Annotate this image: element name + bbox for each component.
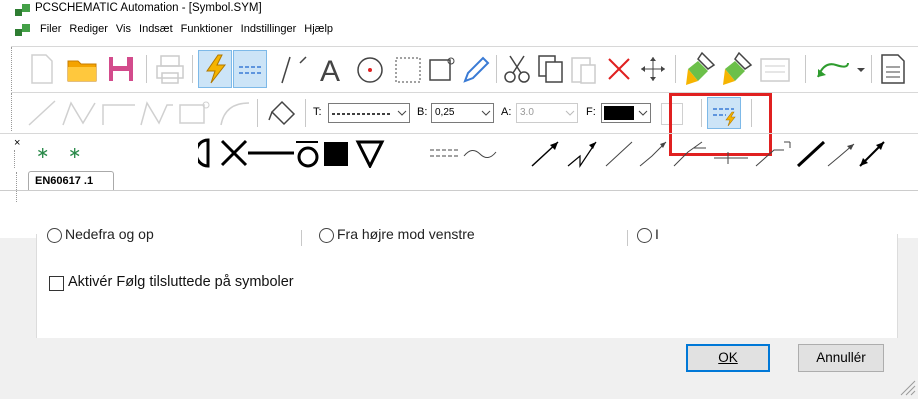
brush-icon-2[interactable] [719, 51, 753, 87]
save-icon[interactable] [107, 55, 135, 83]
circle-tool-icon[interactable] [355, 55, 385, 85]
dialog-body: Nedefra og op Fra højre mod venstre I Ak… [0, 226, 918, 399]
menu-hjaelp[interactable]: Hjælp [304, 23, 333, 35]
menu-filer[interactable]: Filer [40, 23, 61, 35]
zigzag-line-icon [140, 101, 173, 126]
line-tool-icon[interactable] [276, 53, 310, 85]
fill-color-select[interactable] [601, 103, 651, 123]
menu-indsaet[interactable]: Indsæt [139, 23, 173, 35]
angle-select: 3.0 [516, 103, 578, 123]
line-width-value: 0,25 [435, 107, 455, 118]
radio-third-label: I [655, 226, 659, 242]
chevron-down-icon [397, 110, 407, 116]
line-style-button[interactable] [233, 50, 267, 88]
cancel-button-label: Annullér [816, 350, 866, 365]
close-icon[interactable]: × [14, 137, 20, 149]
polyline-icon [62, 101, 96, 126]
delete-icon[interactable] [605, 55, 633, 83]
cut-icon[interactable] [502, 53, 532, 85]
title-bar: PCSCHEMATIC Automation - [Symbol.SYM] [0, 0, 918, 18]
svg-text:A: A [320, 55, 340, 85]
symbol-tab-label: EN60617 .1 [35, 175, 94, 187]
radio-nedefra[interactable] [47, 228, 62, 243]
asterisk-icon-2[interactable]: ∗ [68, 143, 81, 163]
undo-dropdown-icon[interactable] [856, 65, 866, 75]
cancel-button[interactable]: Annullér [798, 344, 884, 372]
fill-bucket-icon[interactable] [266, 98, 298, 128]
polygon-tool-icon[interactable] [427, 55, 457, 85]
chevron-down-icon [481, 110, 491, 116]
print-icon[interactable] [155, 53, 185, 85]
arc-icon [220, 102, 250, 126]
symbol-tab[interactable]: EN60617 .1 [28, 171, 114, 191]
paste-icon[interactable] [569, 53, 599, 85]
report-icon[interactable] [879, 53, 907, 85]
symbol-strip-2[interactable] [428, 144, 498, 164]
radio-third[interactable] [637, 228, 652, 243]
step-line-icon [102, 104, 135, 125]
line-width-select[interactable]: 0,25 [431, 103, 494, 123]
b-label: B: [417, 106, 428, 118]
copy-icon[interactable] [536, 53, 566, 85]
pencil-icon[interactable] [461, 53, 491, 85]
a-label: A: [501, 106, 512, 118]
drawing-toolbar: T: B: 0,25 A: 3.0 F: [11, 92, 918, 133]
resize-grip-icon[interactable] [898, 378, 916, 396]
chevron-down-icon [565, 110, 575, 116]
angle-value: 3.0 [520, 107, 534, 118]
document-icon [15, 24, 30, 36]
open-folder-icon[interactable] [66, 55, 98, 83]
app-logo-icon [15, 4, 30, 16]
menu-funktioner[interactable]: Funktioner [181, 23, 233, 35]
main-toolbar: A [11, 46, 918, 93]
radio-nedefra-label: Nedefra og op [65, 226, 154, 242]
menu-indstillinger[interactable]: Indstillinger [241, 23, 297, 35]
symbol-strip-3[interactable] [528, 138, 888, 168]
new-file-icon[interactable] [29, 53, 55, 85]
symbol-palette: × ∗ ∗ [0, 133, 918, 170]
lightning-icon [206, 54, 227, 84]
move-icon[interactable] [639, 55, 667, 83]
chevron-down-icon [638, 110, 648, 116]
brush-icon-1[interactable] [682, 51, 716, 87]
symbol-strip-1[interactable] [198, 138, 394, 168]
radio-fra-hoejre[interactable] [319, 228, 334, 243]
properties-icon[interactable] [759, 57, 791, 83]
line-type-select[interactable] [328, 103, 410, 123]
ok-button-label: OK [718, 350, 738, 365]
asterisk-icon-1[interactable]: ∗ [36, 143, 49, 163]
automation-button[interactable] [198, 50, 232, 88]
menu-vis[interactable]: Vis [116, 23, 131, 35]
menu-bar: Filer Rediger Vis Indsæt Funktioner Indstilli… [0, 18, 918, 40]
undo-icon[interactable] [814, 55, 852, 83]
rectangle-shape-icon [179, 101, 210, 124]
rectangle-select-icon[interactable] [393, 55, 423, 85]
text-tool-icon[interactable]: A [316, 53, 346, 85]
follow-connected-checkbox[interactable] [49, 276, 64, 291]
fill-color-swatch [604, 106, 634, 120]
f-label: F: [586, 106, 596, 118]
t-label: T: [313, 106, 322, 118]
window-title: PCSCHEMATIC Automation - [Symbol.SYM] [35, 2, 262, 14]
dashed-lines-icon [239, 66, 263, 74]
dotted-line-sample-icon [332, 113, 392, 115]
diagonal-line-icon [28, 100, 56, 126]
ok-button[interactable]: OK [686, 344, 770, 372]
menu-rediger[interactable]: Rediger [69, 23, 108, 35]
radio-fra-hoejre-label: Fra højre mod venstre [337, 226, 475, 242]
direction-group: Nedefra og op Fra højre mod venstre I [36, 226, 898, 265]
follow-connected-label: Aktivér Følg tilsluttede på symboler [68, 274, 294, 290]
